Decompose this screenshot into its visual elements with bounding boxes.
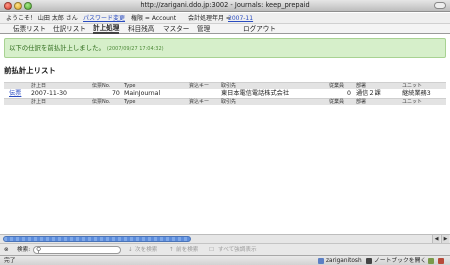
nav-item-logout[interactable]: ログアウト — [243, 24, 276, 34]
col-footer-type: Type — [124, 99, 136, 105]
nav-item-admin[interactable]: 管理 — [197, 24, 210, 34]
cell-date: 2007-11-30 — [31, 90, 67, 97]
slip-link[interactable]: 伝票 — [9, 89, 21, 98]
table-footer-header-row: 計上日 伝票No. Type 資込キー 取引先 従業員 部署 ユニット — [4, 98, 446, 105]
user-header: ようこそ！ 山田 太郎 さん パスワード変更 権限 = Account 会計処理… — [0, 13, 450, 24]
main-nav: 伝票リスト 仕訳リスト 計上処理 科目残高 マスター 管理 ログアウト — [0, 24, 450, 34]
find-bar: ⊗ 検索: ⚲ ↓ 次を検索 ↑ 前を検索 ☐ すべて強調表示 — [0, 243, 450, 255]
open-notebook-link[interactable]: ノートブックを開く — [374, 256, 426, 265]
scroll-left-arrow-icon[interactable]: ◀ — [432, 235, 440, 243]
flash-notice: 以下の仕訳を前払計上しました。 (2007/09/27 17:04:32) — [4, 38, 446, 58]
col-footer-partner: 取引先 — [221, 99, 237, 105]
user-account-icon[interactable] — [318, 258, 324, 264]
role-text: 権限 = Account — [131, 15, 177, 22]
flash-timestamp: (2007/09/27 17:04:32) — [106, 46, 164, 52]
cell-partner: 東日本電信電話株式会社 — [221, 90, 290, 97]
nav-item-journal-list[interactable]: 仕訳リスト — [53, 24, 86, 34]
toolbar-toggle-button[interactable] — [434, 2, 446, 9]
col-footer-unit: ユニット — [402, 99, 423, 105]
nav-item-slip-list[interactable]: 伝票リスト — [13, 24, 46, 34]
cell-department: 通信２課 — [356, 90, 381, 97]
section-title: 前払計上リスト — [4, 66, 56, 75]
nav-item-account-balance[interactable]: 科目残高 — [128, 24, 154, 34]
nav-item-accrual-processing[interactable]: 計上処理 — [93, 24, 120, 34]
window-titlebar: http://zarigani.ddo.jp:3002 - Journals: … — [0, 0, 450, 12]
col-footer-department: 部署 — [356, 99, 367, 105]
scroll-right-arrow-icon[interactable]: ▶ — [441, 235, 449, 243]
greeting-text: ようこそ！ 山田 太郎 さん — [6, 15, 78, 22]
table-header-row: 計上日 伝票No. Type 資込キー 取引先 従業員 部署 ユニット — [4, 82, 446, 89]
horizontal-scrollbar[interactable]: ◀ ▶ — [0, 234, 450, 243]
scrollbar-thumb[interactable] — [3, 236, 191, 242]
notebook-icon[interactable] — [366, 258, 372, 264]
status-bar: 完了 zariganitosh ノートブックを開く — [0, 255, 450, 265]
alert-status-icon[interactable] — [438, 258, 444, 264]
password-change-link[interactable]: パスワード変更 — [83, 13, 125, 24]
cell-slip-no: 70 — [112, 90, 120, 97]
col-footer-slip-no: 伝票No. — [92, 99, 111, 105]
nav-item-master[interactable]: マスター — [163, 24, 189, 34]
col-footer-employee: 従業員 — [329, 99, 345, 105]
fiscal-month-link[interactable]: 2007-11 — [228, 13, 253, 24]
status-text: 完了 — [4, 258, 16, 264]
cell-unit: 継続業務3 — [402, 90, 431, 97]
cell-type: MainJournal — [124, 90, 161, 97]
addon-status-icon[interactable] — [428, 258, 434, 264]
col-footer-date: 計上日 — [31, 99, 47, 105]
fiscal-label: 会計処理年月 = — [188, 15, 231, 22]
flash-message: 以下の仕訳を前払計上しました。 — [9, 44, 105, 52]
status-user[interactable]: zariganitosh — [326, 256, 362, 265]
window-title: http://zarigani.ddo.jp:3002 - Journals: … — [140, 1, 310, 9]
cell-employee: 0 — [347, 90, 351, 97]
col-footer-journal-key: 資込キー — [189, 99, 210, 105]
table-row: 伝票 2007-11-30 70 MainJournal 東日本電信電話株式会社… — [4, 89, 446, 98]
find-input[interactable]: ⚲ — [33, 246, 121, 254]
